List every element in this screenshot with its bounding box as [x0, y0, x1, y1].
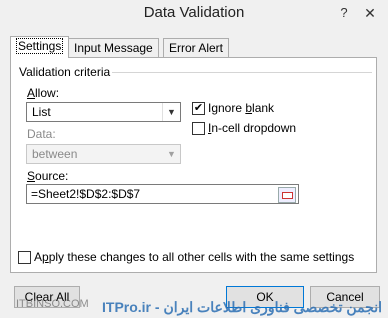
validation-criteria-heading: Validation criteria [17, 65, 113, 79]
group-divider [112, 72, 372, 73]
tab-settings-label: Settings [16, 38, 64, 54]
source-label: Source: [27, 169, 69, 183]
ignore-blank-checkbox[interactable]: ✔ [192, 102, 205, 115]
chevron-down-icon[interactable]: ▼ [162, 103, 180, 121]
close-button[interactable]: ✕ [360, 3, 380, 23]
dialog-title: Data Validation [143, 4, 245, 21]
data-dropdown: between ▼ [26, 144, 181, 164]
chevron-down-icon: ▼ [167, 149, 176, 159]
allow-label: Allow: [27, 86, 60, 100]
range-picker-icon[interactable] [278, 187, 296, 203]
apply-all-checkbox[interactable] [18, 251, 31, 264]
data-value: between [32, 147, 78, 161]
apply-all-label: Apply these changes to all other cells w… [34, 250, 355, 264]
ignore-blank-label: Ignore blank [208, 101, 275, 115]
in-cell-dropdown-label: In-cell dropdown [208, 121, 297, 135]
source-value: =Sheet2!$D$2:$D$7 [31, 187, 141, 201]
data-validation-dialog: Data Validation ? ✕ Settings Input Messa… [0, 0, 388, 318]
watermark-left: ITBINSO.COM [16, 298, 89, 310]
data-label: Data: [27, 127, 56, 141]
source-input[interactable]: =Sheet2!$D$2:$D$7 [26, 184, 299, 204]
allow-value: List [32, 105, 51, 119]
title-bar: Data Validation ? ✕ [0, 0, 388, 28]
in-cell-dropdown-checkbox[interactable] [192, 122, 205, 135]
tab-input-message-label: Input Message [74, 41, 153, 55]
tab-input-message[interactable]: Input Message [68, 38, 159, 57]
watermark-right: ITPro.ir - انجمن تخصصی فناوری اطلاعات ای… [102, 299, 382, 315]
tab-settings[interactable]: Settings [10, 36, 70, 58]
help-button[interactable]: ? [334, 3, 354, 23]
settings-panel [10, 57, 377, 273]
tab-error-alert[interactable]: Error Alert [163, 38, 230, 57]
allow-dropdown[interactable]: List ▼ [26, 102, 181, 122]
tab-error-alert-label: Error Alert [169, 41, 224, 55]
